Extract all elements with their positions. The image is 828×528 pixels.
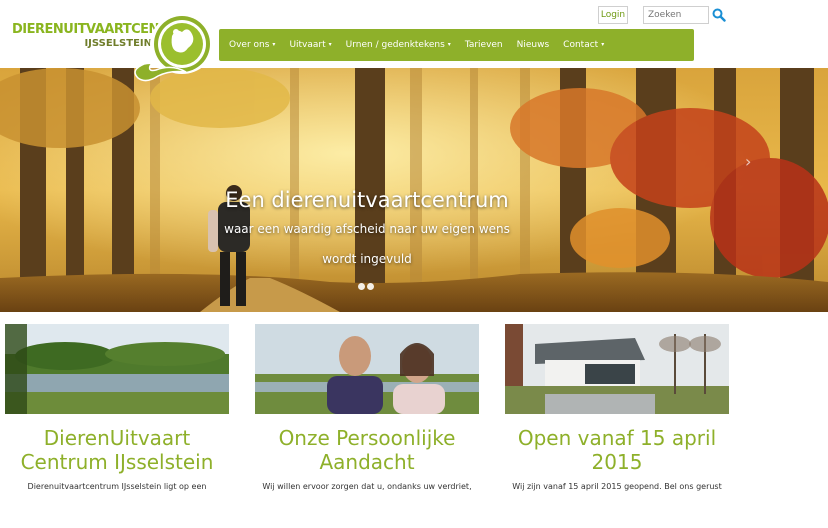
main-navigation: Over ons ▾ Uitvaart ▾ Urnen / gedenktekens ▾ T…	[219, 29, 694, 61]
card-title[interactable]: Onze Persoonlijke Aandacht	[255, 426, 479, 474]
nav-item[interactable]: Uitvaart ▾	[289, 40, 331, 50]
chevron-down-icon: ▾	[328, 41, 332, 48]
nav-item-label: Over ons	[229, 40, 270, 50]
next-slide-arrow-icon[interactable]: ›	[745, 152, 751, 171]
hero-title: Een dierenuitvaartcentrum	[225, 188, 509, 212]
hero-subtitle: waar een waardig afscheid naar uw eigen …	[224, 222, 510, 236]
feature-card: Onze Persoonlijke Aandacht Wij willen er…	[255, 324, 479, 491]
card-title[interactable]: Open vanaf 15 april 2015	[505, 426, 729, 474]
slider-dots	[358, 283, 374, 290]
card-title[interactable]: DierenUitvaart Centrum IJsselstein	[5, 426, 229, 474]
slider-dot[interactable]	[367, 283, 374, 290]
pet-silhouette-logo-icon[interactable]	[124, 8, 220, 82]
nav-item[interactable]: Urnen / gedenktekens ▾	[346, 40, 451, 50]
nav-item-label: Urnen / gedenktekens	[345, 40, 445, 50]
nav-item[interactable]: Contact ▾	[563, 40, 604, 50]
card-text: Wij willen ervoor zorgen dat u, ondanks …	[262, 482, 472, 491]
nav-item-label: Contact	[563, 40, 599, 50]
owners-portrait-image[interactable]	[255, 324, 479, 414]
building-exterior-image[interactable]	[505, 324, 729, 414]
slider-dot[interactable]	[358, 283, 365, 290]
feature-card: Open vanaf 15 april 2015 Wij zijn vanaf …	[505, 324, 729, 491]
nav-item[interactable]: Tarieven	[465, 40, 503, 50]
chevron-down-icon: ▾	[272, 41, 276, 48]
site-header: DIERENUITVAARTCENTRUM IJSSELSTEIN Login …	[0, 0, 828, 82]
hero-slider: Een dierenuitvaartcentrum waar een waard…	[0, 68, 828, 312]
hero-subtitle-line2: wordt ingevuld	[322, 252, 412, 266]
search-input[interactable]	[643, 6, 709, 24]
card-text: Dierenuitvaartcentrum IJsselstein ligt o…	[27, 482, 207, 491]
nav-item-label: Tarieven	[464, 40, 503, 50]
nav-item[interactable]: Nieuws	[517, 40, 550, 50]
chevron-down-icon: ▾	[601, 41, 605, 48]
card-text: Wij zijn vanaf 15 april 2015 geopend. Be…	[512, 482, 722, 491]
nav-item-label: Nieuws	[516, 40, 550, 50]
river-landscape-image[interactable]	[5, 324, 229, 414]
login-button[interactable]: Login	[598, 6, 628, 24]
chevron-down-icon: ▾	[447, 41, 451, 48]
nav-item-label: Uitvaart	[289, 40, 326, 50]
search-icon[interactable]	[712, 8, 726, 22]
feature-card: DierenUitvaart Centrum IJsselstein Diere…	[5, 324, 229, 491]
nav-item[interactable]: Over ons ▾	[229, 40, 275, 50]
